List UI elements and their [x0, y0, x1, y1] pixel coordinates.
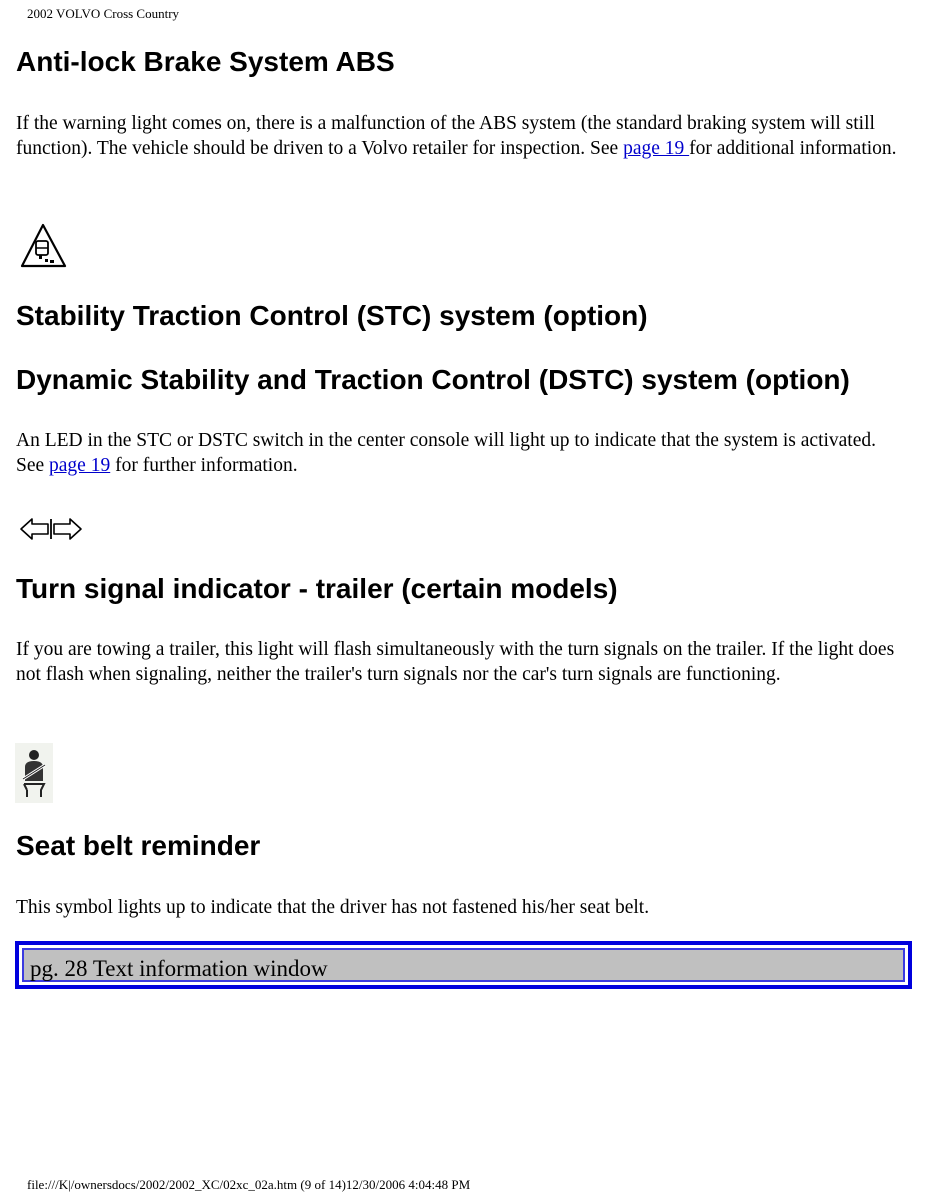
paragraph-seat-belt: This symbol lights up to indicate that t… [16, 897, 650, 918]
heading-dstc: Dynamic Stability and Traction Control (… [16, 364, 850, 395]
page-19-link[interactable]: page 19 [623, 138, 689, 159]
paragraph-dstc: An LED in the STC or DSTC switch in the … [16, 428, 906, 478]
heading-stc: Stability Traction Control (STC) system … [16, 300, 648, 331]
next-page-nav-inner[interactable]: pg. 28 Text information window [22, 948, 905, 982]
stability-traction-warning-icon [19, 222, 69, 275]
paragraph-abs-text-end: for additional information. [689, 138, 897, 159]
document-header: 2002 VOLVO Cross Country [27, 6, 180, 21]
paragraph-dstc-text-end: for further information. [110, 455, 298, 476]
paragraph-trailer-turn-signal: If you are towing a trailer, this light … [16, 639, 895, 685]
paragraph-abs: If the warning light comes on, there is … [16, 111, 906, 161]
next-page-link[interactable]: pg. 28 Text information window [30, 956, 328, 982]
heading-abs: Anti-lock Brake System ABS [16, 46, 395, 77]
seat-belt-icon [15, 743, 53, 803]
document-footer: file:///K|/ownersdocs/2002/2002_XC/02xc_… [27, 1177, 471, 1192]
heading-trailer-turn-signal: Turn signal indicator - trailer (certain… [16, 573, 618, 604]
next-page-nav[interactable]: pg. 28 Text information window [15, 941, 912, 989]
page-19-link[interactable]: page 19 [49, 455, 110, 476]
trailer-turn-signal-icon [19, 515, 83, 548]
heading-seat-belt: Seat belt reminder [16, 830, 261, 861]
